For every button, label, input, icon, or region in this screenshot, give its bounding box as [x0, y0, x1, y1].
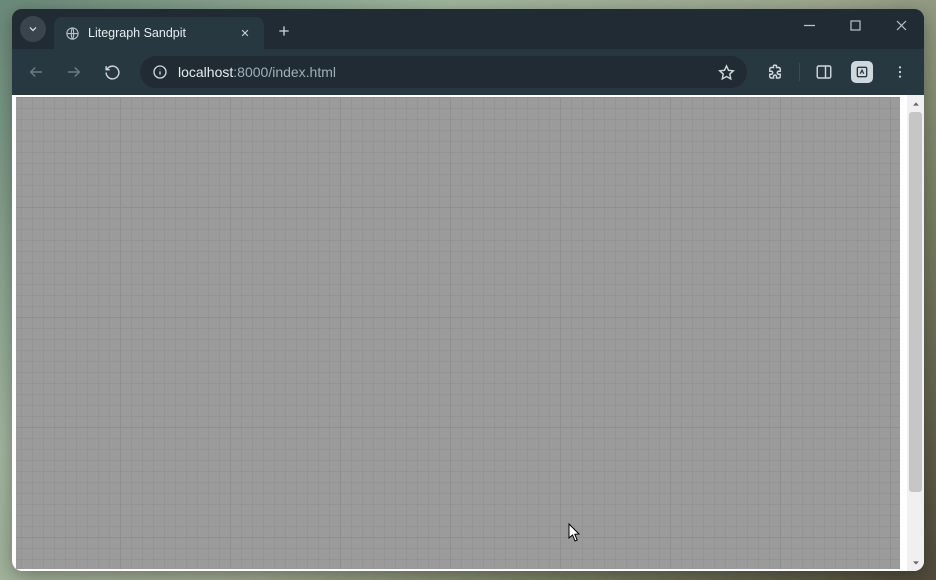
tab-active[interactable]: Litegraph Sandpit — [54, 17, 264, 49]
forward-button[interactable] — [58, 56, 90, 88]
search-tabs-button[interactable] — [20, 16, 46, 42]
globe-icon — [64, 25, 80, 41]
viewport — [12, 95, 924, 571]
plus-icon — [277, 24, 291, 38]
toolbar: localhost:8000/index.html — [12, 49, 924, 95]
reload-button[interactable] — [96, 56, 128, 88]
ext-badge-icon — [851, 61, 873, 83]
scrollbar-track[interactable] — [907, 112, 924, 554]
scroll-down-button[interactable] — [907, 554, 924, 571]
chevron-down-icon — [911, 558, 921, 568]
litegraph-canvas[interactable] — [16, 97, 900, 569]
window-maximize-button[interactable] — [832, 9, 878, 41]
vertical-scrollbar[interactable] — [907, 95, 924, 571]
url-path: /index.html — [268, 64, 336, 80]
chevron-down-icon — [27, 23, 39, 35]
tab-strip: Litegraph Sandpit — [12, 9, 924, 49]
site-info-button[interactable] — [150, 62, 170, 82]
url-text: localhost:8000/index.html — [178, 64, 707, 80]
bookmark-button[interactable] — [715, 61, 737, 83]
back-button[interactable] — [20, 56, 52, 88]
profile-extension-button[interactable] — [846, 56, 878, 88]
close-icon — [240, 28, 250, 38]
page — [12, 95, 924, 571]
new-tab-button[interactable] — [270, 17, 298, 45]
window-close-button[interactable] — [878, 9, 924, 41]
browser-window: Litegraph Sandpit — [12, 9, 924, 571]
tab-close-button[interactable] — [236, 24, 254, 42]
address-bar[interactable]: localhost:8000/index.html — [140, 56, 747, 88]
close-icon — [896, 20, 907, 31]
window-minimize-button[interactable] — [786, 9, 832, 41]
chevron-up-icon — [911, 99, 921, 109]
minimize-icon — [804, 20, 815, 31]
tab-title: Litegraph Sandpit — [88, 26, 228, 40]
maximize-icon — [850, 20, 861, 31]
dots-vertical-icon — [892, 64, 908, 80]
arrow-left-icon — [27, 63, 45, 81]
star-icon — [718, 64, 735, 81]
menu-button[interactable] — [884, 56, 916, 88]
window-controls — [786, 9, 924, 49]
toolbar-separator — [799, 63, 800, 81]
scrollbar-thumb[interactable] — [909, 112, 922, 492]
puzzle-icon — [766, 63, 784, 81]
reload-icon — [104, 64, 121, 81]
scroll-up-button[interactable] — [907, 95, 924, 112]
arrow-right-icon — [65, 63, 83, 81]
extensions-button[interactable] — [759, 56, 791, 88]
side-panel-button[interactable] — [808, 56, 840, 88]
url-host: localhost — [178, 64, 233, 80]
url-port: :8000 — [233, 64, 268, 80]
panel-right-icon — [815, 63, 833, 81]
info-icon — [152, 64, 168, 80]
